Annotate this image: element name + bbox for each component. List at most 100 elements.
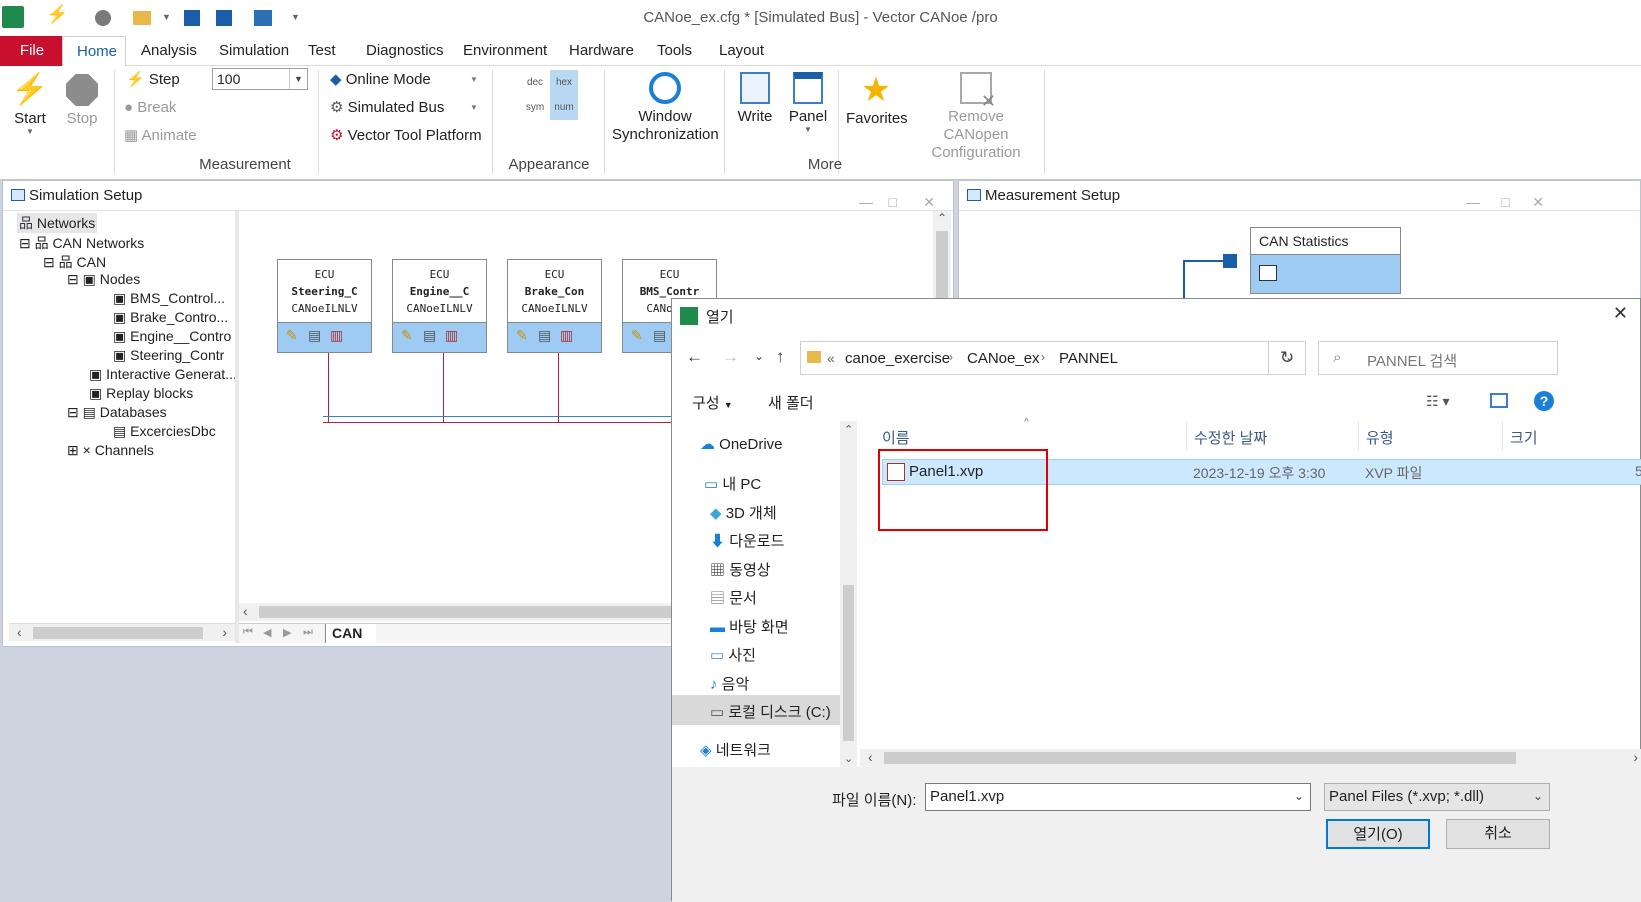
column-date[interactable]: 수정한 날짜 [1194, 427, 1267, 448]
animation-speed-combo[interactable]: 100 ▼ [212, 68, 308, 90]
connection-node[interactable] [1223, 254, 1237, 268]
can-bus-high-line[interactable] [323, 416, 683, 417]
tab-file[interactable]: File [0, 36, 64, 66]
scroll-thumb[interactable] [936, 231, 948, 301]
new-folder-button[interactable]: 새 폴더 [768, 392, 814, 413]
search-box[interactable]: ⌕ PANNEL 검색 [1318, 341, 1558, 375]
tab-tools[interactable]: Tools [643, 36, 706, 66]
scroll-left-icon[interactable]: ‹ [17, 624, 22, 640]
scroll-thumb[interactable] [884, 752, 1516, 764]
stack-icon[interactable]: ▤ [653, 327, 666, 344]
dec-toggle[interactable]: dec [520, 70, 550, 96]
refresh-button[interactable]: ↻ [1268, 341, 1306, 375]
panel-button[interactable]: Panel ▼ [786, 70, 830, 134]
tab-layout[interactable]: Layout [705, 36, 778, 66]
nav-local-disk[interactable]: ▭ 로컬 디스크 (C:) [672, 695, 840, 725]
tab-diagnostics[interactable]: Diagnostics [352, 36, 458, 66]
nav-music[interactable]: ♪ 음악 [710, 673, 749, 694]
online-mode-button[interactable]: ◆ Online Mode ▼ [330, 68, 478, 92]
collapse-icon[interactable]: ⊟ [19, 235, 31, 251]
tree-channels[interactable]: ⊞ × Channels [67, 442, 154, 459]
can-bus-low-line[interactable] [323, 422, 683, 423]
sheet-tab-can[interactable]: CAN [325, 624, 377, 643]
nav-documents[interactable]: ▤ 문서 [710, 587, 757, 608]
chevron-right-icon[interactable]: › [949, 350, 953, 364]
tree-replay-blocks[interactable]: ▣ Replay blocks [89, 385, 193, 402]
stop-button[interactable]: Stop [60, 70, 104, 127]
stack-icon[interactable]: ▤ [423, 327, 436, 344]
path-overflow[interactable]: « [827, 350, 835, 366]
next-sheet-icon[interactable]: ▶ [283, 626, 291, 639]
tree-can[interactable]: ⊟ 品 CAN [43, 252, 106, 272]
ecu-block-engine[interactable]: ECU Engine__C CANoeILNLV ✎ ▤ ▥ [392, 259, 487, 353]
pencil-icon[interactable]: ✎ [516, 327, 528, 344]
nav-videos[interactable]: ▦ 동영상 [710, 559, 771, 580]
chevron-down-icon[interactable]: ⌄ [1294, 789, 1304, 803]
prev-sheet-icon[interactable]: ◀ [263, 626, 271, 639]
sym-toggle[interactable]: sym [520, 96, 550, 120]
address-bar[interactable]: « canoe_exercise › CANoe_ex › PANNEL ⌄ [800, 341, 1306, 375]
back-button[interactable]: ← [686, 347, 703, 367]
scroll-right-icon[interactable]: › [222, 624, 227, 640]
column-size[interactable]: 크기 [1510, 427, 1538, 448]
nav-pictures[interactable]: ▭ 사진 [710, 644, 756, 665]
scroll-down-icon[interactable]: ⌄ [844, 752, 853, 765]
nav-downloads[interactable]: ⬇ 다운로드 [710, 530, 784, 551]
recent-locations-icon[interactable]: ⌄ [754, 349, 764, 363]
column-type[interactable]: 유형 [1366, 427, 1394, 448]
can-statistics-block[interactable]: CAN Statistics [1250, 227, 1401, 294]
pencil-icon[interactable]: ✎ [286, 327, 298, 344]
nav-vertical-scrollbar[interactable]: ⌃ ⌄ [840, 421, 857, 767]
scroll-left-icon[interactable]: ‹ [243, 603, 248, 619]
maximize-button[interactable]: □ [1502, 187, 1510, 217]
ecu-block-steering[interactable]: ECU Steering_C CANoeILNLV ✎ ▤ ▥ [277, 259, 372, 353]
nav-onedrive[interactable]: ☁ OneDrive [700, 435, 783, 453]
tree-can-networks[interactable]: ⊟ 品 CAN Networks [19, 233, 144, 253]
file-horizontal-scrollbar[interactable]: ‹ › [860, 749, 1641, 767]
minimize-button[interactable]: — [1466, 187, 1480, 217]
collapse-icon[interactable]: ⊟ [43, 254, 55, 270]
tree-node-bms[interactable]: ▣ BMS_Control... [113, 290, 225, 307]
num-toggle[interactable]: num [550, 96, 578, 120]
scroll-left-icon[interactable]: ‹ [868, 749, 873, 765]
column-divider[interactable] [1358, 421, 1359, 451]
tab-home[interactable]: Home [62, 36, 126, 67]
scroll-thumb[interactable] [843, 585, 854, 741]
signal-icon[interactable]: ▥ [560, 327, 573, 344]
tree-networks[interactable]: 品 Networks [17, 213, 98, 233]
pencil-icon[interactable]: ✎ [401, 327, 413, 344]
tab-analysis[interactable]: Analysis [127, 36, 211, 66]
expand-icon[interactable]: ⊞ [67, 442, 79, 458]
stack-icon[interactable]: ▤ [308, 327, 321, 344]
nav-this-pc[interactable]: ▭ 내 PC [704, 473, 761, 494]
favorites-button[interactable]: ★ Favorites [846, 70, 908, 127]
up-button[interactable]: ↑ [776, 347, 785, 367]
column-divider[interactable] [1186, 421, 1187, 451]
collapse-icon[interactable]: ⊟ [67, 404, 79, 420]
collapse-icon[interactable]: ⊟ [67, 271, 79, 287]
view-options-icon[interactable]: ☷ ▾ [1426, 393, 1449, 410]
cancel-button[interactable]: 취소 [1446, 819, 1550, 849]
preview-pane-icon[interactable] [1490, 393, 1508, 408]
breadcrumb-canoe-ex[interactable]: CANoe_ex [967, 350, 1040, 367]
scroll-right-icon[interactable]: › [1633, 749, 1638, 765]
remove-canopen-button[interactable]: ✕ Remove CANopen Configuration [914, 70, 1038, 162]
chevron-right-icon[interactable]: › [1041, 350, 1045, 364]
file-type-select[interactable]: Panel Files (*.xvp; *.dll) ⌄ [1324, 783, 1550, 811]
stack-icon[interactable]: ▤ [538, 327, 551, 344]
first-sheet-icon[interactable]: ⏮ [243, 626, 253, 639]
tree-node-engine[interactable]: ▣ Engine__Contro [113, 328, 231, 345]
animate-button[interactable]: ▦ Animate [124, 124, 197, 148]
start-button[interactable]: ⚡ Start ▼ [8, 70, 52, 136]
close-button[interactable]: ✕ [1532, 187, 1544, 217]
breadcrumb-pannel[interactable]: PANNEL [1059, 350, 1118, 367]
nav-network[interactable]: ◈ 네트워크 [700, 739, 771, 760]
tab-hardware[interactable]: Hardware [555, 36, 648, 66]
tab-environment[interactable]: Environment [449, 36, 561, 66]
simulated-bus-button[interactable]: ⚙ Simulated Bus ▼ [330, 96, 478, 120]
scroll-thumb[interactable] [33, 627, 203, 639]
help-icon[interactable]: ? [1534, 391, 1554, 411]
window-sync-button[interactable]: Window Synchronization [612, 70, 719, 144]
break-button[interactable]: ● Break [124, 96, 176, 120]
chevron-down-icon[interactable]: ⌄ [1533, 789, 1543, 803]
